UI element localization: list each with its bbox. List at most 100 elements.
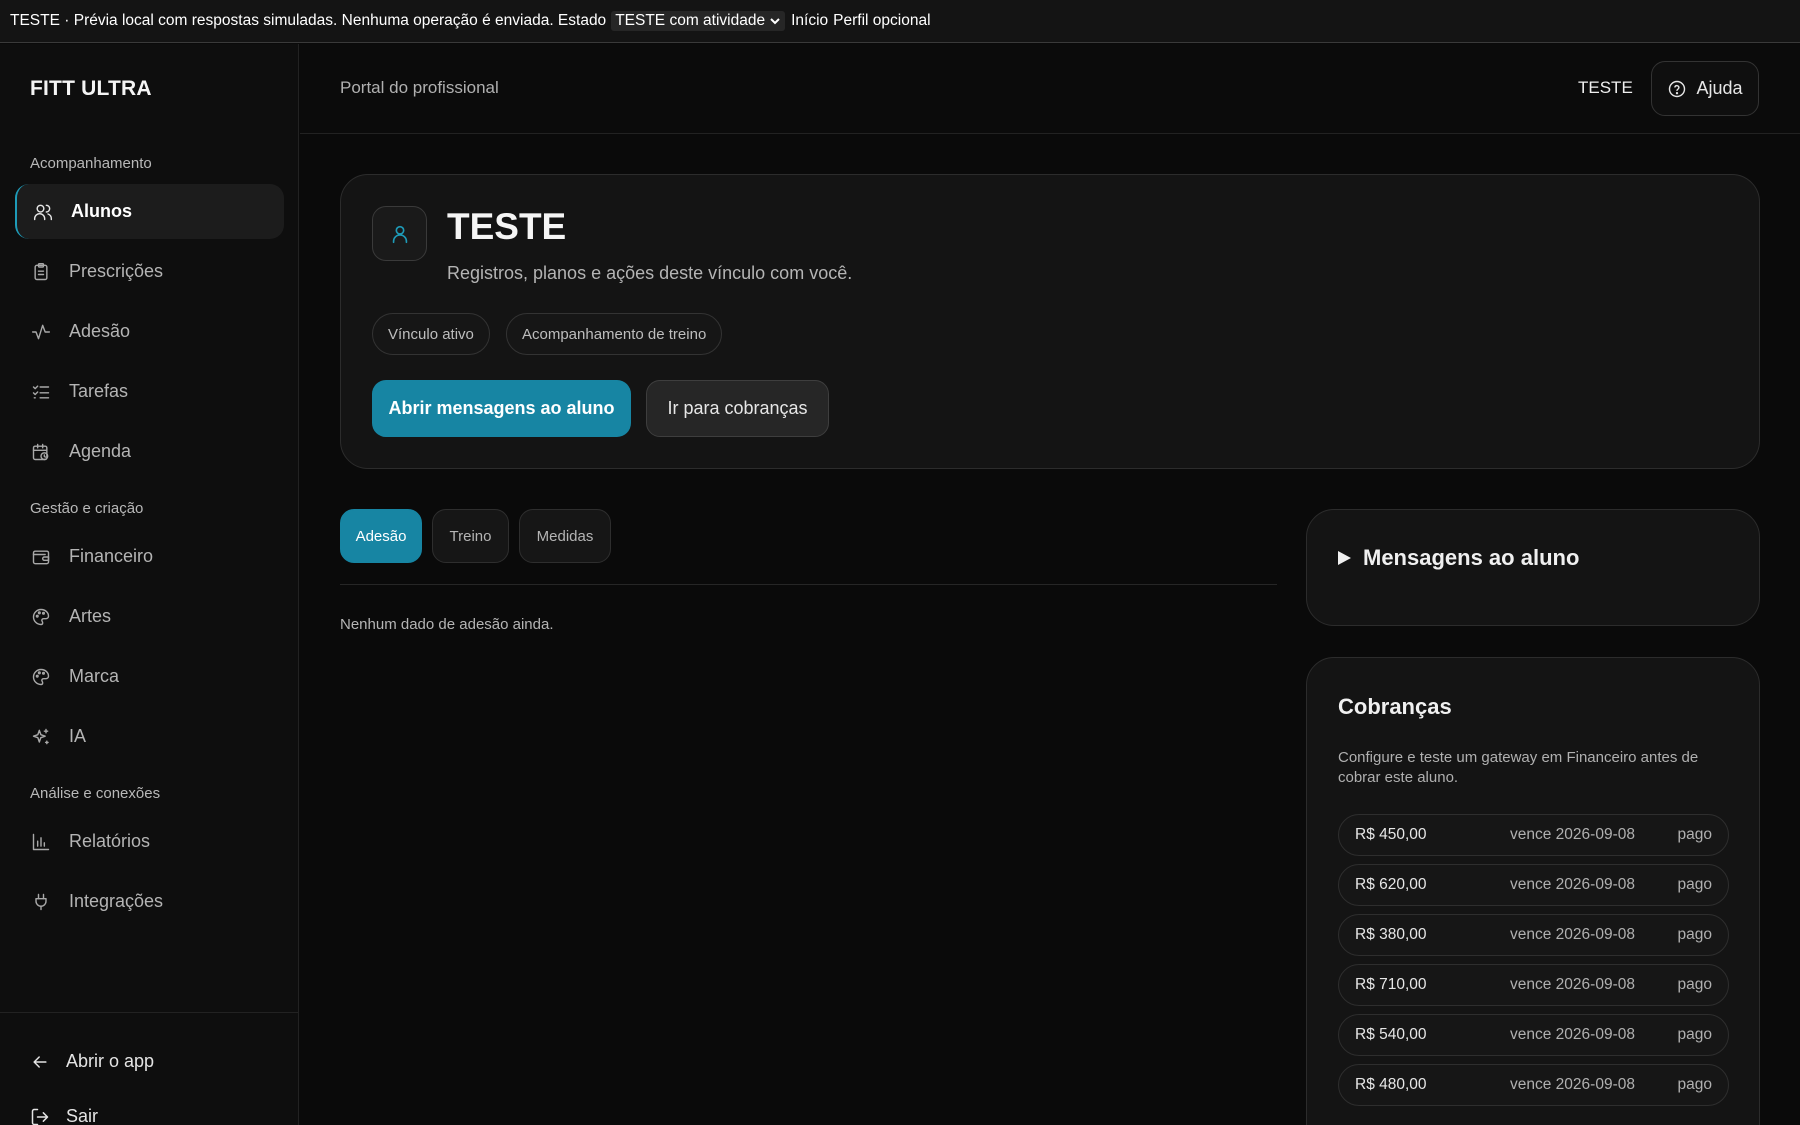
sidebar-item-integracoes[interactable]: Integrações — [15, 874, 284, 929]
preview-banner-text: TESTE · Prévia local com respostas simul… — [10, 12, 607, 29]
logout-icon — [31, 1108, 49, 1125]
sidebar-item-relatorios[interactable]: Relatórios — [15, 814, 284, 869]
sidebar-item-agenda[interactable]: Agenda — [15, 424, 284, 479]
palette-icon — [32, 608, 50, 625]
chevron-down-icon — [770, 18, 780, 25]
charge-due-date: vence 2026-09-08 — [1510, 976, 1635, 993]
help-circle-icon — [1669, 80, 1686, 97]
charge-amount: R$ 710,00 — [1355, 976, 1427, 993]
charge-status: pago — [1677, 1026, 1712, 1043]
brand-logo[interactable]: FITT ULTRA — [30, 77, 152, 101]
page-title: Portal do profissional — [340, 78, 499, 97]
help-button[interactable]: Ajuda — [1651, 61, 1759, 116]
sidebar-item-alunos[interactable]: Alunos — [15, 184, 284, 239]
charge-amount: R$ 380,00 — [1355, 926, 1427, 943]
sidebar-item-label: Adesão — [69, 321, 131, 341]
charge-status: pago — [1677, 876, 1712, 893]
sidebar-item-label: Agenda — [69, 441, 132, 461]
sidebar-item-label: Artes — [69, 606, 112, 626]
sidebar-item-label: IA — [69, 726, 87, 746]
palette-icon — [32, 668, 50, 685]
user-icon — [392, 225, 407, 243]
messages-disclosure[interactable]: Mensagens ao aluno — [1338, 545, 1579, 571]
charges-note: Configure e teste um gateway em Financei… — [1338, 749, 1699, 786]
charge-status: pago — [1677, 1076, 1712, 1093]
tab-adesao[interactable]: Adesão — [340, 509, 422, 563]
tab-treino[interactable]: Treino — [432, 509, 509, 563]
charges-card: Cobranças Configure e teste um gateway e… — [1306, 657, 1760, 1125]
sidebar-item-ia[interactable]: IA — [15, 709, 284, 764]
sparkles-icon — [32, 728, 49, 744]
sidebar-item-financeiro[interactable]: Financeiro — [15, 529, 284, 584]
charge-status: pago — [1677, 826, 1712, 843]
student-profile-card: TESTE Registros, planos e ações deste ví… — [340, 174, 1760, 469]
sidebar-item-label: Alunos — [71, 201, 132, 221]
student-name: TESTE — [447, 206, 567, 247]
clipboard-icon — [34, 262, 48, 280]
sidebar-item-label: Financeiro — [69, 546, 154, 566]
open-messages-button[interactable]: Abrir mensagens ao aluno — [372, 380, 631, 437]
sidebar-item-marca[interactable]: Marca — [15, 649, 284, 704]
plug-icon — [35, 893, 47, 910]
open-app-label: Abrir o app — [66, 1051, 155, 1071]
sidebar-footer: Abrir o app Sair — [0, 1012, 299, 1125]
charge-row[interactable]: R$ 480,00 vence 2026-09-08 pago — [1338, 1064, 1729, 1106]
link-perfil-opcional[interactable]: Perfil opcional — [833, 12, 930, 30]
charge-row[interactable]: R$ 540,00 vence 2026-09-08 pago — [1338, 1014, 1729, 1056]
state-select[interactable]: TESTE com atividade — [611, 11, 786, 31]
chip-vinculo-ativo: Vínculo ativo — [372, 313, 490, 355]
checklist-icon — [32, 384, 50, 399]
charge-due-date: vence 2026-09-08 — [1510, 1026, 1635, 1043]
go-to-charges-button[interactable]: Ir para cobranças — [646, 380, 829, 437]
charge-row[interactable]: R$ 710,00 vence 2026-09-08 pago — [1338, 964, 1729, 1006]
sidebar-item-artes[interactable]: Artes — [15, 589, 284, 644]
link-inicio[interactable]: Início — [791, 12, 828, 30]
charge-amount: R$ 540,00 — [1355, 1026, 1427, 1043]
state-select-value: TESTE com atividade — [615, 12, 766, 29]
sidebar-item-label: Marca — [69, 666, 120, 686]
charge-amount: R$ 620,00 — [1355, 876, 1427, 893]
sidebar-item-adesao[interactable]: Adesão — [15, 304, 284, 359]
charge-due-date: vence 2026-09-08 — [1510, 876, 1635, 893]
open-app-link[interactable]: Abrir o app — [30, 1051, 154, 1072]
avatar — [372, 206, 427, 261]
charge-status: pago — [1677, 976, 1712, 993]
tab-medidas[interactable]: Medidas — [519, 509, 611, 563]
tabs-divider — [340, 584, 1277, 585]
sidebar-item-label: Relatórios — [69, 831, 151, 851]
sidebar-item-label: Prescrições — [69, 261, 164, 281]
calendar-clock-icon — [32, 443, 49, 460]
logout-link[interactable]: Sair — [30, 1106, 98, 1125]
student-description: Registros, planos e ações deste vínculo … — [447, 263, 853, 283]
wallet-icon — [32, 549, 50, 564]
chip-acompanhamento: Acompanhamento de treino — [506, 313, 723, 355]
charge-due-date: vence 2026-09-08 — [1510, 926, 1635, 943]
charges-title: Cobranças — [1338, 694, 1452, 719]
section-acompanhamento: Acompanhamento — [30, 155, 152, 172]
charge-status: pago — [1677, 926, 1712, 943]
charge-amount: R$ 450,00 — [1355, 826, 1427, 843]
preview-banner: TESTE · Prévia local com respostas simul… — [0, 0, 1800, 43]
sidebar-item-prescricoes[interactable]: Prescrições — [15, 244, 284, 299]
user-name[interactable]: TESTE — [1578, 78, 1633, 98]
activity-icon — [31, 324, 51, 339]
empty-state-message: Nenhum dado de adesão ainda. — [340, 616, 554, 633]
section-gestao: Gestão e criação — [30, 500, 144, 517]
sidebar-item-label: Tarefas — [69, 381, 129, 401]
charge-row[interactable]: R$ 380,00 vence 2026-09-08 pago — [1338, 914, 1729, 956]
logout-label: Sair — [66, 1106, 99, 1125]
arrow-left-icon — [33, 1055, 47, 1068]
section-analise: Análise e conexões — [30, 785, 161, 802]
charge-due-date: vence 2026-09-08 — [1510, 826, 1635, 843]
charge-amount: R$ 480,00 — [1355, 1076, 1427, 1093]
sidebar: FITT ULTRA Acompanhamento Alunos Prescri… — [0, 44, 299, 1125]
sidebar-item-tarefas[interactable]: Tarefas — [15, 364, 284, 419]
bar-chart-icon — [32, 833, 50, 850]
messages-title: Mensagens ao aluno — [1363, 545, 1580, 570]
top-header: Portal do profissional TESTE Ajuda — [300, 44, 1800, 134]
charge-row[interactable]: R$ 620,00 vence 2026-09-08 pago — [1338, 864, 1729, 906]
messages-card: Mensagens ao aluno — [1306, 509, 1760, 626]
users-icon — [33, 204, 53, 220]
charge-row[interactable]: R$ 450,00 vence 2026-09-08 pago — [1338, 814, 1729, 856]
triangle-right-icon — [1338, 551, 1351, 565]
